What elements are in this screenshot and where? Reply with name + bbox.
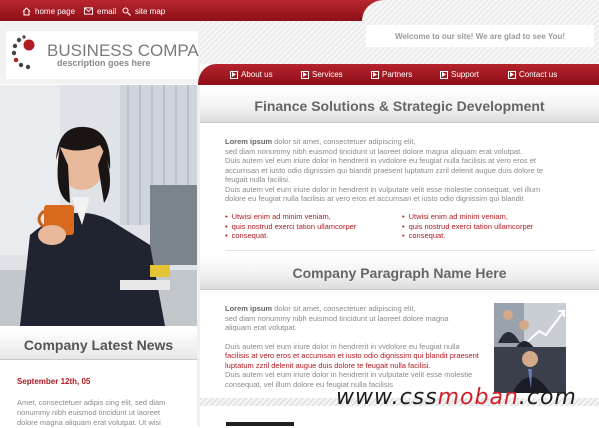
sitemap-icon	[122, 7, 131, 16]
top-link-sitemap-label: site map	[135, 6, 166, 16]
section2-line: aliquam erat volutpat.	[225, 323, 297, 332]
logo-icon	[11, 34, 37, 81]
section1-line: Duis autem vel eum iriure dolor in hendr…	[225, 184, 541, 194]
section2-lead-rest: dolor sit amet, consectetuer adipiscing …	[272, 304, 416, 313]
watermark: www.cssmoban.com	[336, 385, 577, 410]
section2-paragraph: Lorem ipsum dolor sit amet, consectetuer…	[225, 304, 490, 389]
section2-lead-bold: Lorem ipsum	[225, 304, 273, 313]
nav-partners[interactable]: Partners	[371, 69, 412, 80]
list-item[interactable]: • consequat.	[402, 231, 572, 241]
section1-lead-bold: Lorem ipsum	[225, 137, 273, 146]
news-date: September 12th, 05	[17, 377, 91, 386]
nav-about-us[interactable]: About us	[230, 69, 273, 80]
nav-contact-us-label: Contact us	[519, 70, 558, 79]
news-text: Amet, consectetuer adipis cing elit, sed…	[17, 398, 166, 427]
news-title: Company Latest News	[0, 330, 197, 360]
arrow-right-icon	[508, 70, 516, 79]
section1-line: dolore eu feugiat nulla facilisis at ver…	[225, 194, 524, 203]
arrow-right-icon	[440, 70, 448, 79]
section2-line: Duis autem vel eum iriure dolor in hendr…	[225, 341, 460, 351]
list-item[interactable]: • quis nostrud exerci tation ullamcorper	[225, 222, 395, 232]
bottom-bar	[226, 422, 294, 426]
top-bar-hatch	[362, 0, 599, 21]
top-link-sitemap[interactable]: site map	[122, 4, 165, 18]
separator	[225, 250, 595, 251]
section1-bullets-right: • Utwisi enim ad minim veniam, • quis nost…	[402, 212, 572, 241]
section1-title: Finance Solutions & Strategic Developmen…	[200, 89, 599, 123]
top-link-email[interactable]: email	[84, 4, 116, 18]
home-icon	[22, 6, 31, 16]
section1-line: feugait nulla facilisi.	[225, 175, 291, 184]
section2-title: Company Paragraph Name Here	[200, 256, 599, 290]
logo-description: description goes here	[57, 58, 151, 68]
list-item[interactable]: • Utwisi enim ad minim veniam,	[225, 212, 395, 222]
section1-bullets-left: • Utwisi enim ad minim veniam, • quis nost…	[225, 212, 395, 241]
list-item[interactable]: • quis nostrud exerci tation ullamcorper	[402, 222, 572, 232]
arrow-right-icon	[230, 70, 238, 79]
list-item[interactable]: • Utwisi enim ad minim veniam,	[402, 212, 572, 222]
arrow-right-icon	[371, 70, 379, 79]
top-link-email-label: email	[97, 6, 117, 16]
business-team-photo	[494, 303, 566, 393]
section2-highlight-line: luptatum zzril delenit augue duis dolore…	[225, 360, 431, 370]
section2-line: Duis autem vel eum iriure dolor in hendr…	[225, 370, 473, 379]
section2-line: sed diam nonummy nibh euismod tincidunt …	[225, 313, 449, 323]
nav-contact-us[interactable]: Contact us	[508, 69, 557, 80]
section1-line: accumsan et iusto odio dignissim qui bla…	[225, 165, 544, 175]
nav-about-us-label: About us	[241, 70, 273, 79]
section1-line: sed diam nonummy nibh euismod tincidunt …	[225, 146, 523, 156]
section1-lead-rest: dolor sit amet, consectetuer adipiscing …	[272, 137, 416, 146]
section1-line: Duis autem vel eum iriure dolor in hendr…	[225, 156, 536, 165]
list-item[interactable]: • consequat.	[225, 231, 395, 241]
nav-services[interactable]: Services	[301, 69, 343, 80]
section1-paragraph: Lorem ipsum dolor sit amet, consectetuer…	[225, 137, 585, 204]
nav-services-label: Services	[312, 70, 343, 79]
nav-partners-label: Partners	[382, 70, 413, 79]
nav-support[interactable]: Support	[440, 69, 479, 80]
top-link-home-label: home page	[35, 6, 76, 16]
arrow-right-icon	[301, 70, 309, 79]
section2-highlight-line: facilisis at vero eros et accumsan et iu…	[225, 351, 479, 360]
email-icon	[84, 7, 93, 16]
businesswoman-photo	[0, 85, 197, 326]
welcome-message: Welcome to our site! We are glad to see …	[366, 25, 594, 47]
nav-support-label: Support	[451, 70, 480, 79]
top-link-home[interactable]: home page	[22, 4, 75, 18]
